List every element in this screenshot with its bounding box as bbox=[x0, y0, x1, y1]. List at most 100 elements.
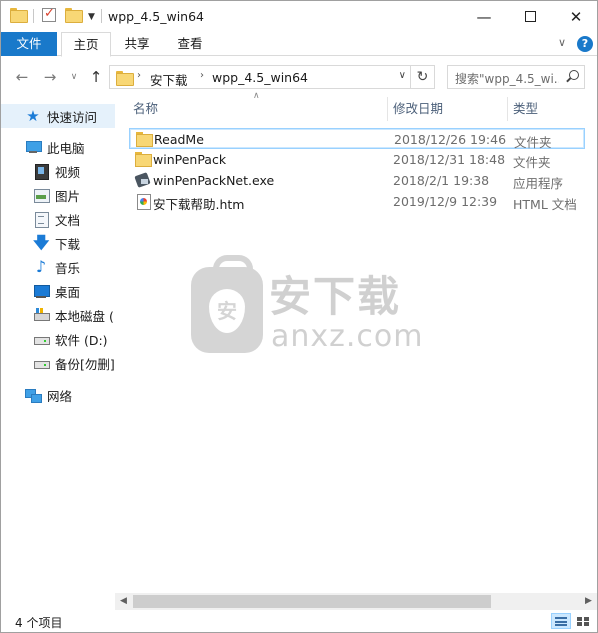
tab-view[interactable]: 查看 bbox=[166, 32, 214, 56]
nav-item-downloads[interactable]: 🡇 下载 bbox=[1, 231, 115, 255]
details-view-button[interactable] bbox=[551, 613, 571, 629]
nav-item-music[interactable]: ♪ 音乐 bbox=[1, 255, 115, 279]
drive-icon bbox=[33, 331, 50, 347]
video-icon bbox=[33, 163, 49, 180]
nav-item-videos[interactable]: 视频 bbox=[1, 159, 115, 183]
file-row-winpenpacknet-exe[interactable]: winPenPackNet.exe 2018/2/1 19:38 应用程序 bbox=[129, 170, 585, 191]
refresh-button[interactable]: ↻ bbox=[411, 65, 435, 89]
large-icons-view-button[interactable] bbox=[573, 613, 593, 629]
watermark-badge: 安 bbox=[209, 289, 245, 333]
breadcrumb-item[interactable]: wpp_4.5_win64 bbox=[212, 70, 308, 85]
column-divider[interactable] bbox=[507, 97, 508, 121]
file-name: winPenPack bbox=[153, 152, 227, 167]
expand-ribbon-icon[interactable]: ∨ bbox=[558, 36, 566, 49]
local-disk-icon bbox=[33, 307, 50, 323]
breadcrumb-chevron-icon[interactable]: › bbox=[137, 70, 141, 81]
maximize-button[interactable] bbox=[507, 1, 553, 32]
item-count: 4 个项目 bbox=[15, 616, 63, 630]
nav-item-label: 快速访问 bbox=[47, 109, 98, 125]
nav-item-network[interactable]: 网络 bbox=[1, 383, 115, 407]
nav-item-label: 文档 bbox=[55, 212, 81, 228]
drive-icon bbox=[33, 355, 50, 371]
column-header-type[interactable]: 类型 bbox=[513, 97, 538, 121]
folder-icon bbox=[135, 152, 152, 167]
nav-item-documents[interactable]: 文档 bbox=[1, 207, 115, 231]
window-title: wpp_4.5_win64 bbox=[108, 9, 204, 24]
up-button[interactable]: ↑ bbox=[87, 67, 105, 87]
file-type: 应用程序 bbox=[513, 176, 564, 191]
nav-item-label: 软件 (D:) bbox=[55, 332, 108, 348]
nav-item-this-pc[interactable]: 此电脑 bbox=[1, 135, 115, 159]
nav-item-local-disk[interactable]: 本地磁盘 ( bbox=[1, 303, 115, 327]
watermark-url: anxz.com bbox=[271, 319, 424, 354]
exe-icon bbox=[135, 173, 151, 187]
back-button[interactable]: ← bbox=[13, 67, 31, 87]
customize-toolbar-dropdown-icon[interactable]: ▼ bbox=[88, 12, 95, 22]
forward-arrow-icon: → bbox=[43, 68, 57, 86]
minimize-icon: — bbox=[476, 7, 492, 26]
recent-locations-button[interactable]: ∨ bbox=[65, 67, 83, 87]
file-row-winpenpack[interactable]: winPenPack 2018/12/31 18:48 文件夹 bbox=[129, 149, 585, 170]
quick-access-separator bbox=[33, 9, 34, 23]
nav-item-backup-drive[interactable]: 备份[勿删] bbox=[1, 351, 115, 375]
folder-icon bbox=[10, 8, 28, 23]
scroll-right-icon[interactable]: ▶ bbox=[580, 593, 597, 610]
tab-home[interactable]: 主页 bbox=[61, 32, 111, 57]
nav-item-quick-access[interactable]: ★ 快速访问 bbox=[1, 104, 115, 128]
properties-icon[interactable] bbox=[42, 6, 56, 22]
nav-item-pictures[interactable]: 图片 bbox=[1, 183, 115, 207]
search-box[interactable]: 搜索"wpp_4.5_wi... bbox=[447, 65, 585, 89]
help-icon[interactable]: ? bbox=[577, 36, 593, 52]
document-icon bbox=[33, 211, 49, 228]
search-icon bbox=[566, 70, 579, 82]
tab-share[interactable]: 共享 bbox=[113, 32, 161, 56]
maximize-icon bbox=[524, 11, 536, 22]
picture-icon bbox=[33, 187, 50, 203]
breadcrumb-chevron-icon[interactable]: › bbox=[200, 70, 204, 81]
folder-icon bbox=[136, 132, 153, 147]
shield-icon: 安 bbox=[191, 255, 263, 353]
nav-item-label: 下载 bbox=[55, 236, 81, 252]
column-header-name[interactable]: 名称 bbox=[133, 97, 158, 121]
tab-file[interactable]: 文件 bbox=[1, 32, 57, 56]
nav-item-desktop[interactable]: 桌面 bbox=[1, 279, 115, 303]
horizontal-scrollbar[interactable]: ◀ ▶ bbox=[115, 593, 597, 610]
forward-button[interactable]: → bbox=[41, 67, 59, 87]
nav-item-label: 音乐 bbox=[55, 260, 81, 276]
scroll-left-icon[interactable]: ◀ bbox=[115, 593, 132, 610]
chevron-down-icon: ∨ bbox=[70, 72, 78, 82]
title-bar: ▼ wpp_4.5_win64 — ✕ bbox=[1, 1, 597, 32]
address-bar[interactable]: › 安下载 › wpp_4.5_win64 ∨ bbox=[109, 65, 411, 89]
file-date: 2019/12/9 12:39 bbox=[393, 194, 498, 209]
music-icon: ♪ bbox=[35, 257, 47, 276]
file-type: 文件夹 bbox=[513, 155, 551, 170]
nav-item-label: 视频 bbox=[55, 164, 81, 180]
minimize-button[interactable]: — bbox=[461, 1, 507, 32]
address-dropdown-icon[interactable]: ∨ bbox=[399, 70, 406, 81]
desktop-icon bbox=[33, 283, 50, 299]
file-name: ReadMe bbox=[154, 132, 204, 147]
star-icon: ★ bbox=[26, 107, 40, 125]
ribbon-tabs: 文件 主页 共享 查看 ∨ ? bbox=[1, 32, 597, 57]
file-row-help-htm[interactable]: 安下载帮助.htm 2019/12/9 12:39 HTML 文档 bbox=[129, 191, 585, 212]
back-arrow-icon: ← bbox=[15, 68, 29, 86]
search-input[interactable]: 搜索"wpp_4.5_wi... bbox=[455, 70, 559, 87]
scrollbar-thumb[interactable] bbox=[133, 595, 491, 608]
close-button[interactable]: ✕ bbox=[553, 1, 598, 32]
nav-item-software-drive[interactable]: 软件 (D:) bbox=[1, 327, 115, 351]
title-separator bbox=[101, 9, 102, 23]
download-icon: 🡇 bbox=[33, 233, 50, 252]
column-header-date[interactable]: 修改日期 bbox=[393, 97, 443, 121]
address-row: ← → ∨ ↑ › 安下载 › wpp_4.5_win64 ∨ ↻ 搜索"wpp… bbox=[1, 61, 597, 93]
file-type: HTML 文档 bbox=[513, 197, 577, 212]
breadcrumb-item[interactable]: 安下载 bbox=[150, 70, 188, 89]
column-divider[interactable] bbox=[387, 97, 388, 121]
file-row-readme[interactable]: ReadMe 2018/12/26 19:46 文件夹 bbox=[129, 128, 585, 150]
new-folder-icon[interactable] bbox=[65, 8, 83, 23]
close-icon: ✕ bbox=[569, 7, 583, 26]
refresh-icon: ↻ bbox=[416, 69, 429, 85]
details-view-icon bbox=[555, 617, 567, 626]
large-icons-view-icon bbox=[577, 617, 582, 621]
file-name: 安下载帮助.htm bbox=[153, 197, 245, 212]
navigation-pane: ★ 快速访问 此电脑 视频 图片 文档 🡇 下载 ♪ 音乐 桌面 本地磁盘 (… bbox=[1, 93, 115, 608]
